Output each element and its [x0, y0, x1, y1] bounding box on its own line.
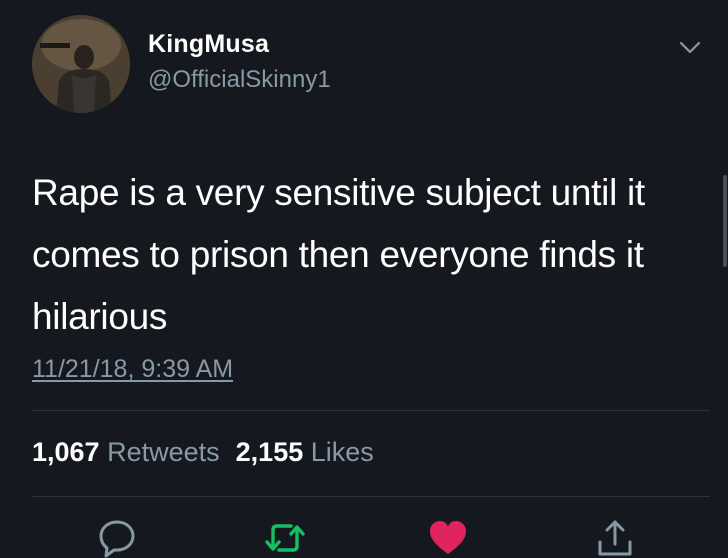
avatar[interactable]	[32, 15, 130, 113]
chevron-down-icon[interactable]	[677, 38, 703, 58]
tweet-detail: KingMusa @OfficialSkinny1 Rape is a very…	[0, 0, 728, 558]
retweets-count: 1,067	[32, 437, 100, 467]
retweet-icon[interactable]	[265, 518, 305, 558]
reply-icon[interactable]	[97, 518, 137, 558]
tweet-timestamp[interactable]: 11/21/18, 9:39 AM	[32, 355, 233, 384]
heart-icon[interactable]	[428, 518, 468, 558]
share-icon[interactable]	[595, 518, 635, 558]
likes-label: Likes	[310, 437, 374, 467]
retweets-label: Retweets	[107, 437, 220, 467]
divider	[32, 496, 710, 497]
scrollbar[interactable]	[723, 175, 727, 267]
likes-count: 2,155	[235, 437, 304, 467]
avatar-image	[32, 15, 130, 113]
tweet-text: Rape is a very sensitive subject until i…	[32, 172, 645, 337]
user-handle[interactable]: @OfficialSkinny1	[148, 66, 331, 94]
engagement-stats: 1,067 Retweets 2,155 Likes	[32, 437, 374, 468]
likes-stat[interactable]: 2,155 Likes	[236, 437, 374, 467]
divider	[32, 410, 710, 411]
retweets-stat[interactable]: 1,067 Retweets	[32, 437, 220, 467]
display-name[interactable]: KingMusa	[148, 30, 269, 59]
